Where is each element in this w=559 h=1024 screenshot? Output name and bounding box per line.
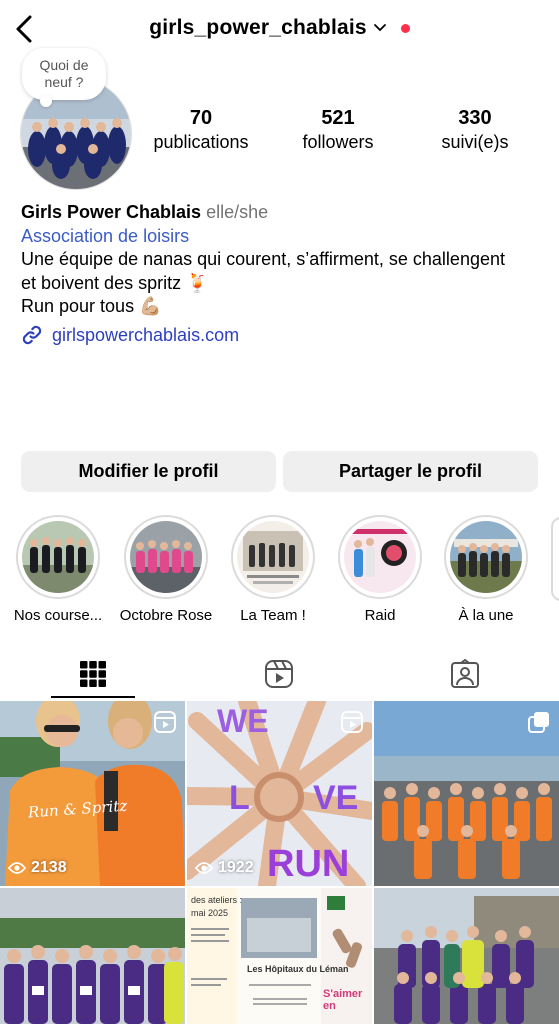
- highlight-cover-image: [130, 521, 202, 593]
- highlight-ring: [231, 515, 315, 599]
- overlay-word: WE: [217, 703, 269, 739]
- reel-icon: [154, 711, 176, 733]
- note-text: Quoi de neuf ?: [39, 57, 89, 90]
- link-icon: [22, 326, 42, 345]
- tab-grid[interactable]: [0, 648, 186, 700]
- post-thumbnail[interactable]: des ateliers : mai 2025 Les Hôpitaux du …: [187, 888, 372, 1024]
- highlight-item[interactable]: Octobre Rose: [118, 515, 214, 624]
- highlight-ring: [444, 515, 528, 599]
- followers-label: followers: [302, 132, 374, 152]
- bio-line-2: et boivent des spritz 🍹: [21, 272, 209, 293]
- view-count-text: 1922: [218, 859, 254, 876]
- chevron-down-icon: [373, 24, 386, 32]
- posts-count: 70: [189, 107, 213, 129]
- highlight-ring: [16, 515, 100, 599]
- post-image: [0, 888, 185, 1024]
- highlight-ring: [338, 515, 422, 599]
- username: girls_power_chablais: [149, 16, 367, 39]
- account-switcher[interactable]: girls_power_chablais: [0, 16, 559, 40]
- highlight-label: Raid: [364, 607, 396, 624]
- highlight-cover-image: [237, 521, 309, 593]
- highlight-label: La Team !: [240, 607, 306, 624]
- notification-dot: [400, 23, 410, 33]
- highlight-cover-image: [344, 521, 416, 593]
- active-tab-indicator: [51, 696, 135, 698]
- category-label: Association de loisirs: [21, 225, 190, 246]
- eye-icon: [195, 862, 213, 874]
- posts-label: publications: [153, 132, 249, 152]
- highlight-item[interactable]: Raid: [332, 515, 428, 624]
- post-thumbnail[interactable]: [374, 701, 559, 886]
- document-line: Les Hôpitaux du Léman: [247, 964, 349, 974]
- tab-reels[interactable]: [186, 648, 372, 700]
- document-line: S'aimer en: [323, 988, 363, 1012]
- profile-tabs: [0, 648, 559, 700]
- highlight-item-partial[interactable]: [551, 517, 559, 601]
- highlight-ring: [124, 515, 208, 599]
- share-profile-label: Partager le profil: [338, 461, 483, 481]
- post-thumbnail[interactable]: Run & Spritz 2138: [0, 701, 185, 886]
- tagged-person-icon: [451, 659, 479, 688]
- view-count: 1922: [195, 859, 254, 877]
- highlight-cover-image: [22, 521, 94, 593]
- highlight-item[interactable]: La Team !: [225, 515, 321, 624]
- posts-stat[interactable]: 70 publications: [150, 106, 252, 154]
- post-thumbnail[interactable]: [374, 888, 559, 1024]
- overlay-word: RUN: [267, 843, 350, 885]
- edit-profile-label: Modifier le profil: [78, 461, 219, 481]
- posts-grid: Run & Spritz 2138 WE L VE RUN 1922 des a…: [0, 701, 559, 1024]
- highlight-item[interactable]: Nos course...: [10, 515, 106, 624]
- overlay-word: VE: [313, 779, 359, 817]
- reel-icon: [341, 711, 363, 733]
- followers-stat[interactable]: 521 followers: [294, 106, 382, 154]
- document-line: des ateliers :: [191, 895, 243, 905]
- followers-count: 521: [321, 107, 355, 129]
- reels-icon: [265, 660, 293, 688]
- document-line: mai 2025: [191, 908, 229, 918]
- highlight-item[interactable]: À la une: [438, 515, 534, 624]
- share-profile-button[interactable]: Partager le profil: [283, 451, 538, 492]
- view-count: 2138: [8, 859, 67, 877]
- website-link[interactable]: girlspowerchablais.com: [21, 324, 541, 348]
- carousel-icon: [528, 712, 549, 733]
- highlight-label: À la une: [458, 607, 514, 624]
- bio-line-1: Une équipe de nanas qui courent, s’affir…: [21, 249, 505, 269]
- website-link-text: girlspowerchablais.com: [52, 324, 240, 345]
- post-image: [374, 888, 559, 1024]
- following-stat[interactable]: 330 suivi(e)s: [433, 106, 517, 154]
- display-name: Girls Power Chablais: [21, 202, 202, 222]
- highlight-cover-image: [450, 521, 522, 593]
- highlight-label: Octobre Rose: [119, 607, 213, 624]
- edit-profile-button[interactable]: Modifier le profil: [21, 451, 276, 492]
- note-bubble[interactable]: Quoi de neuf ?: [22, 48, 106, 107]
- following-label: suivi(e)s: [441, 132, 509, 152]
- eye-icon: [8, 862, 26, 874]
- view-count-text: 2138: [31, 859, 67, 876]
- profile-bio: Girls Power Chablais elle/she Associatio…: [21, 201, 541, 347]
- grid-icon: [80, 661, 106, 687]
- highlight-label: Nos course...: [13, 607, 103, 624]
- following-count: 330: [458, 107, 492, 129]
- post-thumbnail[interactable]: [0, 888, 185, 1024]
- pronouns: elle/she: [206, 202, 269, 222]
- post-thumbnail[interactable]: WE L VE RUN 1922: [187, 701, 372, 886]
- overlay-word: L: [229, 779, 250, 817]
- tab-tagged[interactable]: [372, 648, 558, 700]
- bio-line-3: Run pour tous 💪🏼: [21, 296, 162, 316]
